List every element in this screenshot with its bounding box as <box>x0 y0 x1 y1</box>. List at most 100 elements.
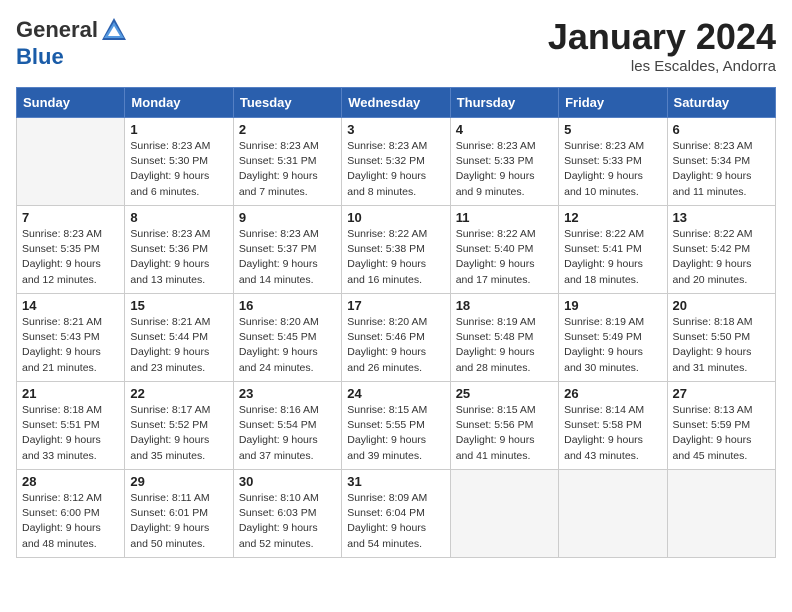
day-detail: Sunrise: 8:20 AM Sunset: 5:45 PM Dayligh… <box>239 315 336 376</box>
day-number: 16 <box>239 298 336 313</box>
day-number: 21 <box>22 386 119 401</box>
day-detail: Sunrise: 8:23 AM Sunset: 5:34 PM Dayligh… <box>673 139 770 200</box>
page-header: General Blue January 2024 les Escaldes, … <box>16 16 776 75</box>
day-detail: Sunrise: 8:23 AM Sunset: 5:33 PM Dayligh… <box>564 139 661 200</box>
day-detail: Sunrise: 8:18 AM Sunset: 5:50 PM Dayligh… <box>673 315 770 376</box>
day-detail: Sunrise: 8:22 AM Sunset: 5:38 PM Dayligh… <box>347 227 444 288</box>
calendar-week-row: 28 Sunrise: 8:12 AM Sunset: 6:00 PM Dayli… <box>17 470 776 558</box>
day-detail: Sunrise: 8:23 AM Sunset: 5:36 PM Dayligh… <box>130 227 227 288</box>
month-title: January 2024 <box>548 16 776 58</box>
day-detail: Sunrise: 8:15 AM Sunset: 5:55 PM Dayligh… <box>347 403 444 464</box>
day-number: 1 <box>130 122 227 137</box>
day-number: 5 <box>564 122 661 137</box>
calendar-table: SundayMondayTuesdayWednesdayThursdayFrid… <box>16 87 776 558</box>
calendar-cell: 23 Sunrise: 8:16 AM Sunset: 5:54 PM Dayli… <box>233 382 341 470</box>
day-number: 19 <box>564 298 661 313</box>
calendar-cell: 11Sunrise: 8:22 AM Sunset: 5:40 PM Dayli… <box>450 206 558 294</box>
day-number: 2 <box>239 122 336 137</box>
calendar-cell: 1 Sunrise: 8:23 AM Sunset: 5:30 PM Daylig… <box>125 118 233 206</box>
day-number: 17 <box>347 298 444 313</box>
calendar-col-header: Tuesday <box>233 88 341 118</box>
calendar-cell: 3 Sunrise: 8:23 AM Sunset: 5:32 PM Daylig… <box>342 118 450 206</box>
day-detail: Sunrise: 8:11 AM Sunset: 6:01 PM Dayligh… <box>130 491 227 552</box>
day-number: 7 <box>22 210 119 225</box>
calendar-cell: 14Sunrise: 8:21 AM Sunset: 5:43 PM Dayli… <box>17 294 125 382</box>
calendar-cell: 5 Sunrise: 8:23 AM Sunset: 5:33 PM Daylig… <box>559 118 667 206</box>
calendar-col-header: Wednesday <box>342 88 450 118</box>
day-number: 25 <box>456 386 553 401</box>
calendar-cell: 27Sunrise: 8:13 AM Sunset: 5:59 PM Dayli… <box>667 382 775 470</box>
day-number: 4 <box>456 122 553 137</box>
calendar-week-row: 21 Sunrise: 8:18 AM Sunset: 5:51 PM Dayli… <box>17 382 776 470</box>
calendar-cell: 29 Sunrise: 8:11 AM Sunset: 6:01 PM Dayli… <box>125 470 233 558</box>
day-number: 29 <box>130 474 227 489</box>
day-detail: Sunrise: 8:23 AM Sunset: 5:35 PM Dayligh… <box>22 227 119 288</box>
calendar-week-row: 14Sunrise: 8:21 AM Sunset: 5:43 PM Dayli… <box>17 294 776 382</box>
calendar-cell: 18Sunrise: 8:19 AM Sunset: 5:48 PM Dayli… <box>450 294 558 382</box>
day-detail: Sunrise: 8:18 AM Sunset: 5:51 PM Dayligh… <box>22 403 119 464</box>
day-number: 3 <box>347 122 444 137</box>
calendar-cell: 24 Sunrise: 8:15 AM Sunset: 5:55 PM Dayli… <box>342 382 450 470</box>
day-number: 31 <box>347 474 444 489</box>
day-detail: Sunrise: 8:17 AM Sunset: 5:52 PM Dayligh… <box>130 403 227 464</box>
calendar-cell: 28 Sunrise: 8:12 AM Sunset: 6:00 PM Dayli… <box>17 470 125 558</box>
calendar-cell: 21 Sunrise: 8:18 AM Sunset: 5:51 PM Dayli… <box>17 382 125 470</box>
calendar-cell: 20 Sunrise: 8:18 AM Sunset: 5:50 PM Dayli… <box>667 294 775 382</box>
day-detail: Sunrise: 8:23 AM Sunset: 5:30 PM Dayligh… <box>130 139 227 200</box>
day-detail: Sunrise: 8:20 AM Sunset: 5:46 PM Dayligh… <box>347 315 444 376</box>
calendar-cell: 7 Sunrise: 8:23 AM Sunset: 5:35 PM Daylig… <box>17 206 125 294</box>
calendar-col-header: Monday <box>125 88 233 118</box>
calendar-cell: 9Sunrise: 8:23 AM Sunset: 5:37 PM Daylig… <box>233 206 341 294</box>
day-detail: Sunrise: 8:23 AM Sunset: 5:31 PM Dayligh… <box>239 139 336 200</box>
day-number: 20 <box>673 298 770 313</box>
day-number: 10 <box>347 210 444 225</box>
day-number: 30 <box>239 474 336 489</box>
day-detail: Sunrise: 8:22 AM Sunset: 5:41 PM Dayligh… <box>564 227 661 288</box>
day-detail: Sunrise: 8:21 AM Sunset: 5:43 PM Dayligh… <box>22 315 119 376</box>
day-detail: Sunrise: 8:16 AM Sunset: 5:54 PM Dayligh… <box>239 403 336 464</box>
day-number: 23 <box>239 386 336 401</box>
calendar-cell: 12Sunrise: 8:22 AM Sunset: 5:41 PM Dayli… <box>559 206 667 294</box>
logo-icon <box>100 16 128 44</box>
calendar-col-header: Thursday <box>450 88 558 118</box>
day-number: 15 <box>130 298 227 313</box>
day-detail: Sunrise: 8:10 AM Sunset: 6:03 PM Dayligh… <box>239 491 336 552</box>
logo-general-text: General <box>16 17 98 43</box>
calendar-cell: 8 Sunrise: 8:23 AM Sunset: 5:36 PM Daylig… <box>125 206 233 294</box>
day-detail: Sunrise: 8:21 AM Sunset: 5:44 PM Dayligh… <box>130 315 227 376</box>
day-number: 9 <box>239 210 336 225</box>
day-number: 28 <box>22 474 119 489</box>
calendar-header-row: SundayMondayTuesdayWednesdayThursdayFrid… <box>17 88 776 118</box>
day-detail: Sunrise: 8:19 AM Sunset: 5:48 PM Dayligh… <box>456 315 553 376</box>
calendar-cell: 25Sunrise: 8:15 AM Sunset: 5:56 PM Dayli… <box>450 382 558 470</box>
day-detail: Sunrise: 8:23 AM Sunset: 5:32 PM Dayligh… <box>347 139 444 200</box>
calendar-cell: 31Sunrise: 8:09 AM Sunset: 6:04 PM Dayli… <box>342 470 450 558</box>
logo-blue-text: Blue <box>16 44 64 70</box>
day-detail: Sunrise: 8:22 AM Sunset: 5:42 PM Dayligh… <box>673 227 770 288</box>
day-detail: Sunrise: 8:23 AM Sunset: 5:33 PM Dayligh… <box>456 139 553 200</box>
calendar-week-row: 7 Sunrise: 8:23 AM Sunset: 5:35 PM Daylig… <box>17 206 776 294</box>
day-number: 24 <box>347 386 444 401</box>
calendar-cell: 15 Sunrise: 8:21 AM Sunset: 5:44 PM Dayli… <box>125 294 233 382</box>
calendar-cell: 6Sunrise: 8:23 AM Sunset: 5:34 PM Daylig… <box>667 118 775 206</box>
day-number: 22 <box>130 386 227 401</box>
location: les Escaldes, Andorra <box>548 58 776 75</box>
title-block: January 2024 les Escaldes, Andorra <box>548 16 776 75</box>
day-number: 26 <box>564 386 661 401</box>
day-number: 8 <box>130 210 227 225</box>
day-detail: Sunrise: 8:12 AM Sunset: 6:00 PM Dayligh… <box>22 491 119 552</box>
calendar-cell: 19Sunrise: 8:19 AM Sunset: 5:49 PM Dayli… <box>559 294 667 382</box>
calendar-cell <box>17 118 125 206</box>
day-detail: Sunrise: 8:22 AM Sunset: 5:40 PM Dayligh… <box>456 227 553 288</box>
calendar-col-header: Sunday <box>17 88 125 118</box>
calendar-cell: 4 Sunrise: 8:23 AM Sunset: 5:33 PM Daylig… <box>450 118 558 206</box>
day-detail: Sunrise: 8:14 AM Sunset: 5:58 PM Dayligh… <box>564 403 661 464</box>
calendar-cell: 10 Sunrise: 8:22 AM Sunset: 5:38 PM Dayli… <box>342 206 450 294</box>
calendar-cell: 26 Sunrise: 8:14 AM Sunset: 5:58 PM Dayli… <box>559 382 667 470</box>
calendar-cell: 13 Sunrise: 8:22 AM Sunset: 5:42 PM Dayli… <box>667 206 775 294</box>
calendar-cell: 30 Sunrise: 8:10 AM Sunset: 6:03 PM Dayli… <box>233 470 341 558</box>
day-number: 13 <box>673 210 770 225</box>
calendar-col-header: Friday <box>559 88 667 118</box>
calendar-cell: 2 Sunrise: 8:23 AM Sunset: 5:31 PM Daylig… <box>233 118 341 206</box>
calendar-col-header: Saturday <box>667 88 775 118</box>
